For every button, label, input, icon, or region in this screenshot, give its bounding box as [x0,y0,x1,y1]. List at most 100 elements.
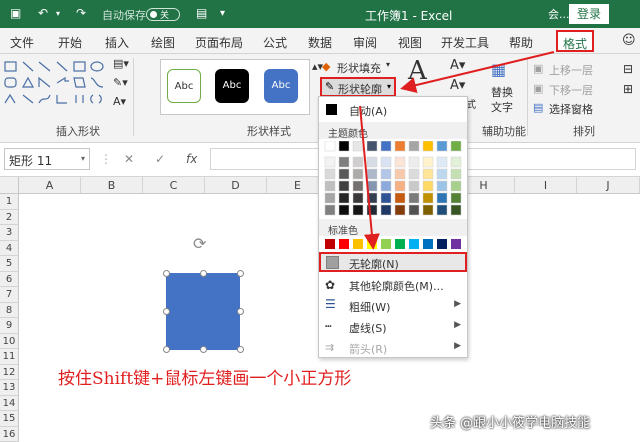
tab-data[interactable]: 数据 [308,34,332,51]
menu-item-no-outline[interactable]: 无轮廓(N) [319,252,467,272]
theme-color-swatch[interactable] [380,192,392,204]
theme-color-swatch[interactable] [366,180,378,192]
theme-colors-grid[interactable] [319,141,467,216]
row-header[interactable]: 13 [0,380,19,396]
theme-color-swatch[interactable] [408,168,420,180]
file-icon[interactable]: ▤ [196,6,207,20]
standard-color-swatch[interactable] [367,239,377,249]
insert-function-icon[interactable]: fx [186,152,197,166]
shape-styles-gallery[interactable]: Abc Abc Abc [160,59,310,115]
theme-color-swatch[interactable] [338,180,350,192]
theme-color-swatch[interactable] [436,156,448,168]
column-header[interactable]: J [577,177,640,194]
theme-color-swatch[interactable] [338,156,350,168]
theme-color-swatch[interactable] [394,156,406,168]
standard-color-swatch[interactable] [325,239,335,249]
cancel-icon[interactable]: ✕ [124,152,134,166]
autosave-toggle[interactable]: 关 [146,8,180,21]
login-button[interactable]: 登录 [569,4,609,24]
edit-shape-icon[interactable]: ✎▾ [113,76,128,89]
theme-color-swatch[interactable] [394,180,406,192]
theme-color-swatch[interactable] [408,141,420,152]
resize-handle[interactable] [163,346,170,353]
standard-color-swatch[interactable] [395,239,405,249]
style-sample-black[interactable]: Abc [215,69,249,103]
theme-color-swatch[interactable] [436,180,448,192]
row-header[interactable]: 11 [0,349,19,365]
resize-handle[interactable] [237,308,244,315]
row-header[interactable]: 5 [0,256,19,272]
standard-color-swatch[interactable] [423,239,433,249]
save-icon[interactable]: ▣ [10,6,21,20]
row-header[interactable]: 12 [0,364,19,380]
theme-color-swatch[interactable] [450,141,462,152]
group-icon[interactable]: ⊞ [623,82,633,96]
theme-color-swatch[interactable] [408,156,420,168]
theme-color-swatch[interactable] [380,204,392,216]
theme-color-swatch[interactable] [394,141,406,152]
tab-review[interactable]: 审阅 [353,34,377,51]
theme-color-swatch[interactable] [338,204,350,216]
theme-color-swatch[interactable] [394,192,406,204]
style-sample-outline[interactable]: Abc [167,69,201,103]
text-outline-icon[interactable]: A▾ [450,78,465,93]
theme-color-swatch[interactable] [408,180,420,192]
row-header[interactable]: 9 [0,318,19,334]
theme-color-swatch[interactable] [408,192,420,204]
share-button[interactable]: 会... [548,6,570,22]
standard-color-swatch[interactable] [339,239,349,249]
theme-color-swatch[interactable] [324,204,336,216]
theme-color-swatch[interactable] [394,204,406,216]
theme-color-swatch[interactable] [436,204,448,216]
row-header[interactable]: 16 [0,426,19,442]
selected-rectangle-shape[interactable] [166,273,240,350]
resize-handle[interactable] [200,346,207,353]
alt-text-line1[interactable]: 替换 [491,84,513,100]
theme-color-swatch[interactable] [324,156,336,168]
resize-handle[interactable] [163,270,170,277]
theme-color-swatch[interactable] [352,204,364,216]
undo-icon[interactable]: ↶ [38,6,48,20]
theme-color-swatch[interactable] [436,168,448,180]
theme-color-swatch[interactable] [422,204,434,216]
undo-dropdown-icon[interactable]: ▾ [56,9,60,18]
theme-color-swatch[interactable] [380,180,392,192]
standard-color-swatch[interactable] [381,239,391,249]
standard-color-swatch[interactable] [353,239,363,249]
name-box-dropdown-icon[interactable]: ▾ [81,154,85,163]
theme-color-swatch[interactable] [394,168,406,180]
resize-handle[interactable] [237,346,244,353]
theme-color-swatch[interactable] [366,156,378,168]
theme-color-swatch[interactable] [450,168,462,180]
theme-color-swatch[interactable] [366,141,378,152]
row-header[interactable]: 14 [0,395,19,411]
tab-draw[interactable]: 绘图 [151,34,175,51]
theme-color-swatch[interactable] [324,192,336,204]
theme-color-swatch[interactable] [338,192,350,204]
column-header[interactable]: C [143,177,205,194]
tab-home[interactable]: 开始 [58,34,82,51]
send-backward-button[interactable]: 下移一层 [549,82,593,98]
theme-color-swatch[interactable] [324,168,336,180]
menu-item-more-colors[interactable]: ✿ 其他轮廓颜色(M)... [319,275,467,295]
selection-pane-button[interactable]: 选择窗格 [549,101,593,117]
standard-color-swatch[interactable] [437,239,447,249]
redo-icon[interactable]: ↷ [76,6,86,20]
column-header[interactable]: B [81,177,143,194]
theme-color-swatch[interactable] [380,141,392,152]
tab-developer[interactable]: 开发工具 [441,34,489,51]
resize-handle[interactable] [163,308,170,315]
tab-formulas[interactable]: 公式 [263,34,287,51]
theme-color-swatch[interactable] [352,141,364,152]
enter-icon[interactable]: ✓ [155,152,165,166]
theme-color-swatch[interactable] [422,192,434,204]
tab-insert[interactable]: 插入 [105,34,129,51]
name-box[interactable]: 矩形 11 ▾ [4,148,90,170]
tab-file[interactable]: 文件 [10,34,34,51]
standard-color-swatch[interactable] [409,239,419,249]
theme-color-swatch[interactable] [338,168,350,180]
standard-color-swatch[interactable] [451,239,461,249]
wordart-a-icon[interactable]: A [408,56,427,86]
tab-format[interactable]: 格式 [556,30,595,52]
theme-color-swatch[interactable] [324,180,336,192]
